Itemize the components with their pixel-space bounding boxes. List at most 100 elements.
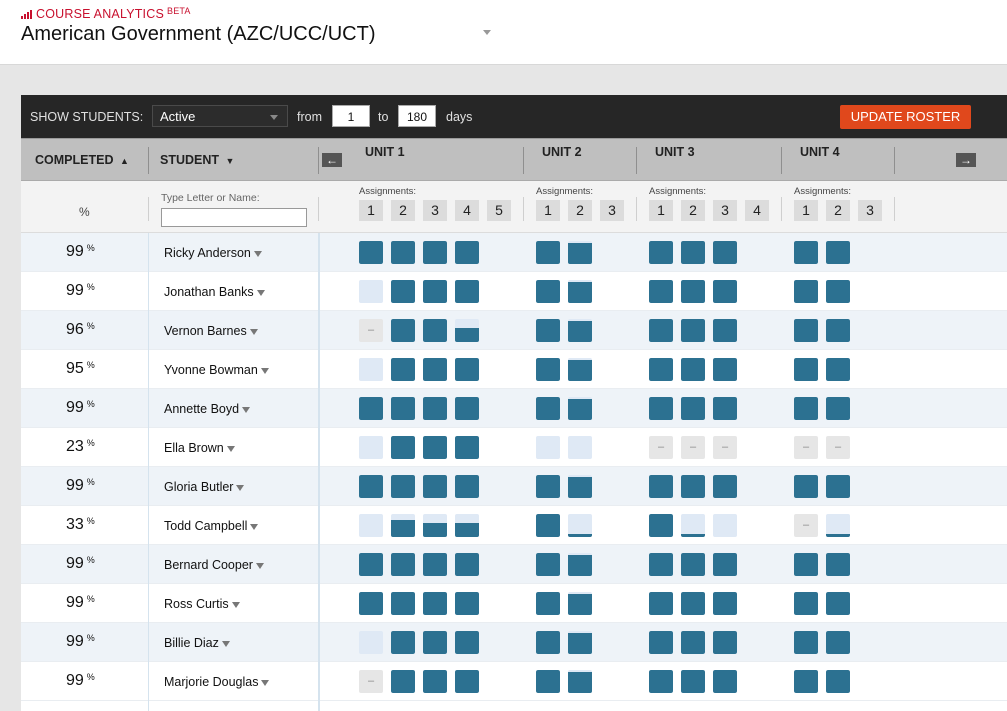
- caret-down-icon[interactable]: [242, 406, 251, 413]
- assignment-progress[interactable]: [681, 241, 705, 264]
- assignment-progress[interactable]: [568, 358, 592, 381]
- caret-down-icon[interactable]: [249, 328, 258, 335]
- assignment-progress[interactable]: [423, 553, 447, 576]
- assignment-number[interactable]: 2: [826, 200, 850, 221]
- caret-down-icon[interactable]: [256, 289, 265, 296]
- assignment-progress[interactable]: [794, 670, 818, 693]
- assignment-progress[interactable]: [536, 631, 560, 654]
- assignment-progress[interactable]: [794, 358, 818, 381]
- assignment-progress[interactable]: [568, 319, 592, 342]
- assignment-progress[interactable]: [536, 436, 560, 459]
- assignment-progress[interactable]: [359, 553, 383, 576]
- assignment-progress[interactable]: [713, 358, 737, 381]
- assignment-progress[interactable]: [359, 280, 383, 303]
- assignment-progress[interactable]: [568, 592, 592, 615]
- assignment-number[interactable]: 2: [391, 200, 415, 221]
- assignment-number[interactable]: 5: [487, 200, 511, 221]
- assignment-progress[interactable]: [391, 631, 415, 654]
- assignment-progress[interactable]: [536, 358, 560, 381]
- assignment-number[interactable]: 2: [568, 200, 592, 221]
- assignment-progress[interactable]: [713, 514, 737, 537]
- student-name[interactable]: Marjorie Douglas: [164, 675, 270, 689]
- assignment-progress[interactable]: [455, 319, 479, 342]
- assignment-progress[interactable]: [713, 475, 737, 498]
- assignment-progress[interactable]: [713, 592, 737, 615]
- student-name[interactable]: Yvonne Bowman: [164, 363, 269, 377]
- assignment-progress[interactable]: [455, 436, 479, 459]
- assignment-progress[interactable]: [681, 358, 705, 381]
- assignment-progress[interactable]: [568, 280, 592, 303]
- assignment-progress[interactable]: [826, 475, 850, 498]
- student-name[interactable]: Annette Boyd: [164, 402, 251, 416]
- assignment-progress[interactable]: [391, 280, 415, 303]
- student-name[interactable]: Ross Curtis: [164, 597, 240, 611]
- assignment-number[interactable]: 1: [536, 200, 560, 221]
- assignment-progress[interactable]: [826, 241, 850, 264]
- assignment-number[interactable]: 4: [455, 200, 479, 221]
- assignment-progress[interactable]: [391, 475, 415, 498]
- assignment-progress[interactable]: [359, 514, 383, 537]
- assignment-progress[interactable]: [423, 514, 447, 537]
- assignment-progress[interactable]: [568, 553, 592, 576]
- assignment-progress[interactable]: [713, 241, 737, 264]
- sort-completed-header[interactable]: COMPLETED ▲︎: [35, 153, 129, 167]
- assignment-progress[interactable]: [568, 397, 592, 420]
- assignment-progress[interactable]: [423, 319, 447, 342]
- assignment-progress[interactable]: [536, 397, 560, 420]
- assignment-progress[interactable]: [681, 514, 705, 537]
- caret-down-icon[interactable]: [221, 640, 230, 647]
- assignment-progress[interactable]: [455, 358, 479, 381]
- assignment-progress[interactable]: [455, 475, 479, 498]
- student-name[interactable]: Bernard Cooper: [164, 558, 264, 572]
- caret-down-icon[interactable]: [253, 250, 262, 257]
- assignment-progress[interactable]: [423, 631, 447, 654]
- assignment-progress[interactable]: [681, 553, 705, 576]
- assignment-progress[interactable]: [713, 553, 737, 576]
- assignment-progress[interactable]: [826, 631, 850, 654]
- assignment-progress[interactable]: [391, 553, 415, 576]
- assignment-progress[interactable]: [423, 436, 447, 459]
- assignment-progress[interactable]: [649, 358, 673, 381]
- assignment-progress[interactable]: [681, 397, 705, 420]
- student-name[interactable]: Gloria Butler: [164, 480, 245, 494]
- assignment-progress[interactable]: [455, 631, 479, 654]
- assignment-progress[interactable]: [359, 631, 383, 654]
- assignment-number[interactable]: 3: [713, 200, 737, 221]
- assignment-progress[interactable]: [794, 280, 818, 303]
- arrow-right-icon[interactable]: →: [956, 153, 976, 167]
- assignment-progress[interactable]: [794, 553, 818, 576]
- assignment-progress[interactable]: [568, 514, 592, 537]
- assignment-progress[interactable]: [681, 319, 705, 342]
- assignment-progress[interactable]: [826, 514, 850, 537]
- assignment-progress[interactable]: [455, 592, 479, 615]
- assignment-number[interactable]: 1: [359, 200, 383, 221]
- assignment-progress[interactable]: [681, 631, 705, 654]
- assignment-progress[interactable]: [536, 280, 560, 303]
- assignment-progress[interactable]: [794, 397, 818, 420]
- assignment-progress[interactable]: [423, 592, 447, 615]
- assignment-progress[interactable]: [681, 670, 705, 693]
- assignment-progress[interactable]: [359, 397, 383, 420]
- assignment-number[interactable]: 1: [649, 200, 673, 221]
- assignment-progress[interactable]: [455, 397, 479, 420]
- student-name[interactable]: Ella Brown: [164, 441, 235, 455]
- assignment-progress[interactable]: [568, 241, 592, 264]
- caret-down-icon[interactable]: [255, 562, 264, 569]
- assignment-progress[interactable]: [359, 436, 383, 459]
- assignment-progress[interactable]: [391, 397, 415, 420]
- assignment-progress[interactable]: [423, 475, 447, 498]
- assignment-number[interactable]: 3: [423, 200, 447, 221]
- caret-down-icon[interactable]: [236, 484, 245, 491]
- student-name[interactable]: Billie Diaz: [164, 636, 230, 650]
- assignment-progress[interactable]: [649, 241, 673, 264]
- assignment-progress[interactable]: [423, 670, 447, 693]
- assignment-progress[interactable]: [455, 280, 479, 303]
- assignment-progress[interactable]: [536, 241, 560, 264]
- assignment-progress[interactable]: [359, 475, 383, 498]
- assignment-progress[interactable]: [649, 319, 673, 342]
- assignment-progress[interactable]: [359, 358, 383, 381]
- assignment-progress[interactable]: [391, 319, 415, 342]
- assignment-progress[interactable]: [455, 553, 479, 576]
- assignment-progress[interactable]: [826, 670, 850, 693]
- assignment-progress[interactable]: [568, 436, 592, 459]
